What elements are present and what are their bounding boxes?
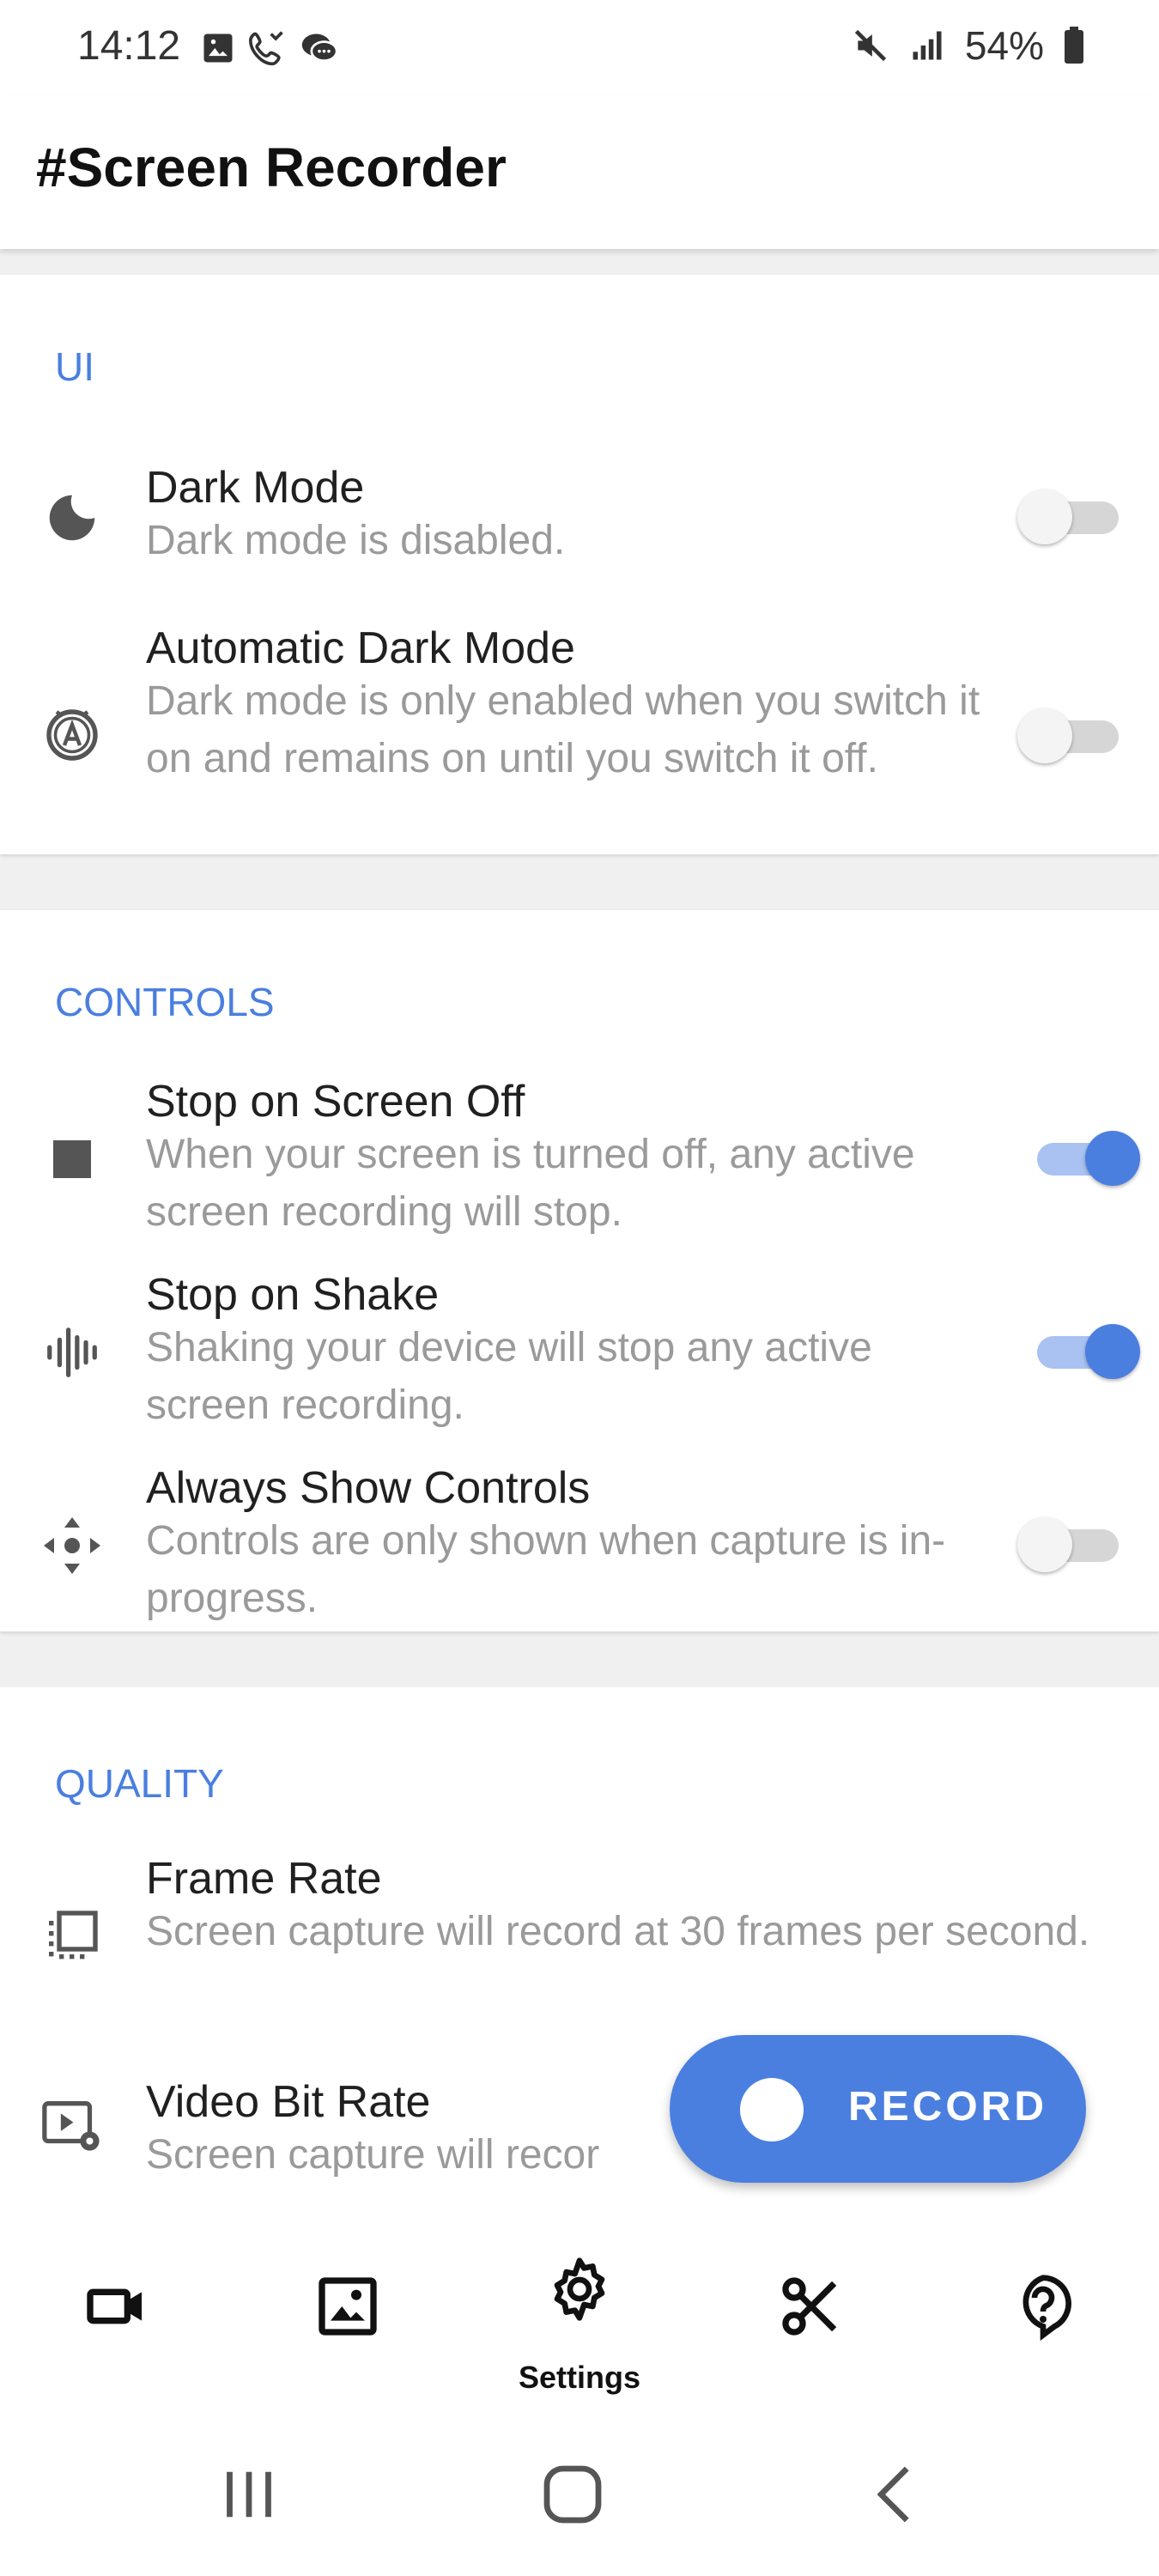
- app-bar: #Screen Recorder: [0, 94, 1159, 249]
- section-header-controls: CONTROLS: [55, 980, 275, 1024]
- toggle-thumb: [1017, 708, 1072, 763]
- setting-subtitle: Dark mode is only enabled when you switc…: [146, 678, 980, 781]
- record-dot-icon: [740, 2078, 804, 2142]
- system-navigation-bar: [0, 2413, 1159, 2576]
- toggle-thumb: [1085, 1131, 1140, 1186]
- signal-icon: [913, 31, 942, 60]
- always-show-controls-toggle[interactable]: [1017, 1517, 1119, 1572]
- nav-item-gallery[interactable]: [232, 2233, 464, 2413]
- page-title: #Screen Recorder: [36, 137, 507, 198]
- record-button[interactable]: RECORD: [670, 2035, 1086, 2183]
- setting-subtitle: Dark mode is disabled.: [146, 518, 566, 563]
- help-icon: [1022, 2275, 1071, 2341]
- missed-call-icon: [248, 31, 283, 66]
- setting-title: Stop on Screen Off: [146, 1077, 525, 1127]
- setting-subtitle: Shaking your device will stop any active…: [146, 1325, 872, 1428]
- status-time: 14:12: [77, 23, 181, 69]
- auto-mode-icon: [39, 700, 105, 765]
- setting-subtitle: Screen capture will record at 30 frames …: [146, 1909, 1090, 1954]
- nav-item-record[interactable]: [0, 2233, 232, 2413]
- setting-title: Always Show Controls: [146, 1463, 591, 1513]
- nav-item-edit[interactable]: [695, 2233, 927, 2413]
- video-settings-icon: [39, 2093, 105, 2159]
- nav-item-help[interactable]: [927, 2233, 1159, 2413]
- setting-subtitle: When your screen is turned off, any acti…: [146, 1132, 915, 1235]
- battery-icon: [1065, 27, 1083, 64]
- move-arrows-icon: [39, 1513, 105, 1578]
- setting-row-dark-mode[interactable]: Dark Mode Dark mode is disabled.: [0, 455, 1159, 610]
- setting-subtitle: Controls are only shown when capture is …: [146, 1518, 946, 1621]
- recent-apps-icon[interactable]: [210, 2456, 288, 2533]
- section-header-ui: UI: [55, 344, 94, 389]
- scissors-icon: [782, 2277, 837, 2336]
- mute-icon: [854, 29, 887, 62]
- setting-row-frame-rate[interactable]: Frame Rate Screen capture will record at…: [0, 1846, 1159, 2031]
- nav-label-settings: Settings: [518, 2360, 640, 2395]
- vibration-wave-icon: [39, 1320, 105, 1385]
- status-bar: 14:12 54%: [0, 0, 1159, 94]
- battery-percentage: 54%: [964, 23, 1044, 68]
- toggle-thumb: [1017, 489, 1072, 544]
- stop-square-icon: [39, 1127, 105, 1192]
- frames-icon: [39, 1904, 105, 1969]
- gear-icon: [554, 2257, 605, 2321]
- app-root: 14:12 54% #Screen Recorder UI Dark Mode …: [0, 0, 1159, 2576]
- setting-title: Stop on Shake: [146, 1270, 440, 1320]
- status-right: 54%: [852, 22, 1085, 69]
- record-button-label: RECORD: [848, 2084, 1048, 2129]
- stop-on-screen-off-toggle[interactable]: [1037, 1131, 1140, 1186]
- setting-row-stop-on-shake[interactable]: Stop on Shake Shaking your device will s…: [0, 1262, 1159, 1447]
- setting-title: Frame Rate: [146, 1854, 382, 1904]
- setting-title: Dark Mode: [146, 463, 365, 513]
- toggle-thumb: [1017, 1517, 1072, 1572]
- image-notification-icon: [203, 33, 233, 63]
- setting-row-stop-on-screen-off[interactable]: Stop on Screen Off When your screen is t…: [0, 1069, 1159, 1254]
- setting-title: Automatic Dark Mode: [146, 623, 575, 673]
- video-camera-icon: [87, 2288, 142, 2324]
- setting-subtitle: Screen capture will recor: [146, 2132, 600, 2178]
- setting-row-automatic-dark-mode[interactable]: Automatic Dark Mode Dark mode is only en…: [0, 614, 1159, 846]
- home-icon[interactable]: [534, 2456, 611, 2533]
- setting-row-always-show-controls[interactable]: Always Show Controls Controls are only s…: [0, 1455, 1159, 1631]
- chat-icon: [301, 33, 338, 63]
- status-notification-icons: [199, 29, 340, 67]
- bottom-navigation: Settings: [0, 2233, 1159, 2413]
- moon-icon: [39, 485, 105, 550]
- section-header-quality: QUALITY: [55, 1761, 224, 1806]
- controls-section-card: CONTROLS Stop on Screen Off When your sc…: [0, 910, 1159, 1631]
- ui-section-card: UI Dark Mode Dark mode is disabled. Auto…: [0, 275, 1159, 854]
- setting-title: Video Bit Rate: [146, 2077, 431, 2127]
- gallery-icon: [319, 2277, 377, 2336]
- automatic-dark-mode-toggle[interactable]: [1017, 708, 1119, 763]
- dark-mode-toggle[interactable]: [1017, 489, 1119, 544]
- stop-on-shake-toggle[interactable]: [1037, 1324, 1140, 1379]
- back-icon[interactable]: [859, 2456, 936, 2533]
- nav-item-settings[interactable]: Settings: [464, 2233, 695, 2413]
- toggle-thumb: [1085, 1324, 1140, 1379]
